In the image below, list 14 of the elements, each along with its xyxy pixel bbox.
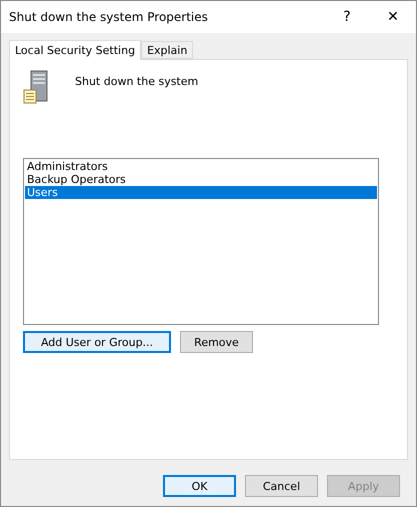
remove-button[interactable]: Remove [180,331,253,353]
policy-name: Shut down the system [75,75,198,88]
window-title: Shut down the system Properties [9,10,209,24]
list-item[interactable]: Users [25,186,377,199]
close-button[interactable]: ✕ [370,1,416,33]
members-list[interactable]: Administrators Backup Operators Users [23,158,379,325]
list-item[interactable]: Administrators [25,160,377,173]
list-item[interactable]: Backup Operators [25,173,377,186]
help-button[interactable]: ? [324,1,370,33]
dialog-button[interactable]: Cancel [245,475,318,497]
dialog-button[interactable]: OK [163,475,236,497]
tab[interactable]: Local Security Setting [9,40,142,60]
tab[interactable]: Explain [141,41,194,59]
add-user-button[interactable]: Add User or Group... [23,331,171,353]
